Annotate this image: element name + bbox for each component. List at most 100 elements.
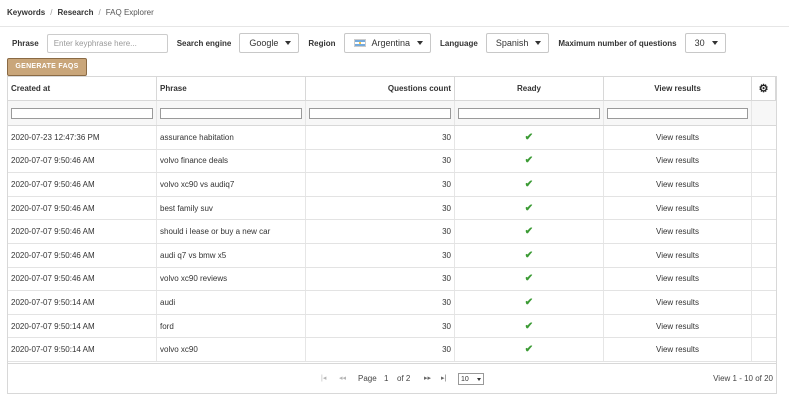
ready-cell: ✔ xyxy=(455,149,604,173)
questions-count-cell: 30 xyxy=(306,314,455,338)
chevron-down-icon xyxy=(711,41,718,45)
ready-cell: ✔ xyxy=(455,173,604,196)
created-at-cell: 2020-07-07 9:50:14 AM xyxy=(8,338,157,361)
table-row[interactable]: 2020-07-07 9:50:46 AM should i lease or b… xyxy=(8,220,776,244)
table-filter-row xyxy=(8,101,776,126)
max-questions-value: 30 xyxy=(694,38,705,48)
view-results-link[interactable]: View results xyxy=(604,196,752,220)
table-row[interactable]: 2020-07-07 9:50:14 AM ford 30 ✔ View results xyxy=(8,314,776,339)
questions-count-cell: 30 xyxy=(306,338,455,361)
gear-icon[interactable]: ⚙ xyxy=(759,82,769,95)
view-range-info: View 1 - 10 of 20 xyxy=(713,374,773,383)
header-questions-count[interactable]: Questions count xyxy=(306,77,455,100)
prev-page-icon[interactable]: ◂◂ xyxy=(339,374,346,382)
phrase-cell: volvo xc90 reviews xyxy=(157,267,306,291)
table-row[interactable]: 2020-07-07 9:50:46 AM best family suv 30 ✔ V… xyxy=(8,196,776,221)
header-created-at[interactable]: Created at xyxy=(8,77,157,100)
first-page-icon[interactable]: |◂ xyxy=(321,374,326,382)
filter-questions-count-input[interactable] xyxy=(309,107,451,119)
created-at-cell: 2020-07-07 9:50:14 AM xyxy=(8,291,157,314)
breadcrumb-research[interactable]: Research xyxy=(57,8,93,17)
search-engine-dropdown[interactable]: Google xyxy=(239,33,300,53)
pagination-bar: |◂ ◂◂ Page 1 of 2 ▸▸ ▸| 10 View 1 - 10 o… xyxy=(7,363,777,394)
view-results-link[interactable]: View results xyxy=(604,314,752,338)
page-number-input[interactable]: 1 xyxy=(384,374,388,383)
phrase-cell: should i lease or buy a new car xyxy=(157,220,306,243)
header-ready[interactable]: Ready xyxy=(455,77,604,100)
created-at-cell: 2020-07-07 9:50:46 AM xyxy=(8,220,157,243)
view-results-link[interactable]: View results xyxy=(604,220,752,243)
phrase-cell: audi q7 vs bmw x5 xyxy=(157,243,306,267)
questions-count-cell: 30 xyxy=(306,149,455,173)
page-size-select[interactable]: 10 xyxy=(458,373,484,385)
checkmark-icon: ✔ xyxy=(524,320,534,332)
chevron-down-icon xyxy=(285,41,292,45)
chevron-down-icon xyxy=(417,41,424,45)
table-header-row: Created at Phrase Questions count Ready … xyxy=(8,77,776,101)
view-results-link[interactable]: View results xyxy=(604,126,752,149)
checkmark-icon: ✔ xyxy=(524,226,534,238)
language-dropdown[interactable]: Spanish xyxy=(485,33,550,53)
view-results-link[interactable]: View results xyxy=(604,267,752,291)
region-label: Region xyxy=(308,38,336,48)
region-dropdown[interactable]: Argentina xyxy=(343,33,432,53)
questions-count-cell: 30 xyxy=(306,220,455,243)
chevron-down-icon xyxy=(535,41,542,45)
breadcrumb-separator: / xyxy=(98,8,101,17)
max-questions-label: Maximum number of questions xyxy=(558,38,677,48)
checkmark-icon: ✔ xyxy=(524,202,534,214)
filter-ready-input[interactable] xyxy=(458,107,600,119)
table-row[interactable]: 2020-07-07 9:50:46 AM volvo xc90 vs audiq… xyxy=(8,173,776,197)
phrase-cell: best family suv xyxy=(157,196,306,220)
view-results-link[interactable]: View results xyxy=(604,173,752,196)
created-at-cell: 2020-07-07 9:50:14 AM xyxy=(8,314,157,338)
created-at-cell: 2020-07-07 9:50:46 AM xyxy=(8,173,157,196)
table-row[interactable]: 2020-07-07 9:50:46 AM volvo xc90 reviews 3… xyxy=(8,267,776,292)
results-table: Created at Phrase Questions count Ready … xyxy=(7,76,777,363)
header-view-results[interactable]: View results xyxy=(604,77,752,100)
view-results-link[interactable]: View results xyxy=(604,149,752,173)
header-phrase[interactable]: Phrase xyxy=(157,77,306,100)
search-engine-label: Search engine xyxy=(176,38,232,48)
questions-count-cell: 30 xyxy=(306,196,455,220)
last-page-icon[interactable]: ▸| xyxy=(441,374,446,382)
checkmark-icon: ✔ xyxy=(524,273,534,285)
view-results-link[interactable]: View results xyxy=(604,243,752,267)
chevron-down-icon xyxy=(477,377,481,381)
table-row[interactable]: 2020-07-23 12:47:36 PM assurance habitati… xyxy=(8,126,776,150)
next-page-icon[interactable]: ▸▸ xyxy=(424,374,431,382)
region-value: Argentina xyxy=(371,38,411,48)
argentina-flag-icon xyxy=(353,39,366,47)
table-row[interactable]: 2020-07-07 9:50:14 AM volvo xc90 30 ✔ View r… xyxy=(8,338,776,362)
breadcrumb-keywords[interactable]: Keywords xyxy=(7,8,45,17)
breadcrumb: Keywords / Research / FAQ Explorer xyxy=(7,8,154,17)
breadcrumb-separator: / xyxy=(50,8,53,17)
table-row[interactable]: 2020-07-07 9:50:46 AM volvo finance deals… xyxy=(8,149,776,174)
created-at-cell: 2020-07-07 9:50:46 AM xyxy=(8,267,157,291)
phrase-cell: audi xyxy=(157,291,306,314)
questions-count-cell: 30 xyxy=(306,243,455,267)
breadcrumb-faq-explorer: FAQ Explorer xyxy=(105,8,154,17)
search-engine-value: Google xyxy=(249,38,279,48)
phrase-input[interactable] xyxy=(46,33,168,53)
table-row[interactable]: 2020-07-07 9:50:14 AM audi 30 ✔ View results xyxy=(8,291,776,315)
filter-view-results-input[interactable] xyxy=(607,107,748,119)
filter-phrase-input[interactable] xyxy=(160,107,302,119)
checkmark-icon: ✔ xyxy=(524,344,534,356)
checkmark-icon: ✔ xyxy=(524,249,534,261)
view-results-link[interactable]: View results xyxy=(604,291,752,314)
phrase-label: Phrase xyxy=(12,38,39,48)
phrase-cell: volvo xc90 vs audiq7 xyxy=(157,173,306,196)
column-settings[interactable]: ⚙ xyxy=(752,77,776,100)
phrase-cell: volvo xc90 xyxy=(157,338,306,361)
view-results-link[interactable]: View results xyxy=(604,338,752,361)
filter-created-at-input[interactable] xyxy=(11,107,153,119)
filter-bar: Phrase Search engine Google Region Argen… xyxy=(12,33,726,53)
table-row[interactable]: 2020-07-07 9:50:46 AM audi q7 vs bmw x5 30… xyxy=(8,243,776,268)
generate-faqs-button[interactable]: GENERATE FAQS xyxy=(7,58,87,76)
questions-count-cell: 30 xyxy=(306,173,455,196)
checkmark-icon: ✔ xyxy=(524,178,534,190)
max-questions-dropdown[interactable]: 30 xyxy=(684,33,726,53)
checkmark-icon: ✔ xyxy=(524,131,534,143)
questions-count-cell: 30 xyxy=(306,267,455,291)
